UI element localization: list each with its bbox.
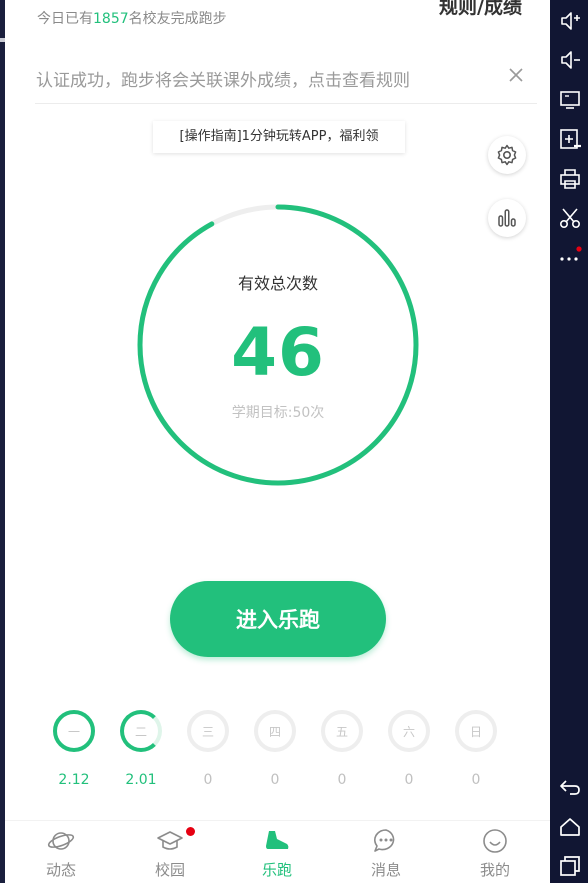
settings-button[interactable]	[488, 136, 526, 174]
notification-badge	[186, 827, 195, 836]
tab-label: 动态	[45, 861, 76, 879]
tab-dynamics[interactable]: 动态	[11, 827, 111, 882]
volume-up-icon[interactable]	[557, 8, 583, 34]
scissors-icon[interactable]	[557, 205, 583, 231]
day-distance: 0	[471, 772, 481, 788]
day-circle: 二	[120, 710, 162, 752]
gear-icon	[497, 144, 517, 166]
semester-goal: 学期目标:50次	[231, 405, 325, 421]
tab-run[interactable]: 乐跑	[227, 827, 327, 882]
day-circle: 五	[321, 710, 363, 752]
tab-label: 校园	[154, 861, 185, 879]
progress-ring: 有效总次数 46 学期目标:50次	[133, 200, 423, 490]
day-distance: 2.01	[125, 772, 157, 788]
close-icon[interactable]	[505, 64, 527, 86]
bar-chart-icon	[498, 209, 516, 227]
tab-messages[interactable]: 消息	[336, 827, 436, 882]
day-friday: 五 0	[321, 710, 367, 800]
day-wednesday: 三 0	[187, 710, 233, 800]
total-count-value: 46	[231, 314, 325, 391]
printer-icon[interactable]	[557, 166, 583, 192]
certification-notice[interactable]: 认证成功，跑步将会关联课外成绩，点击查看规则	[36, 66, 410, 91]
tab-label: 消息	[370, 861, 401, 879]
day-saturday: 六 0	[388, 710, 434, 800]
day-circle: 一	[53, 710, 95, 752]
day-monday: 一 2.12	[53, 710, 99, 800]
total-count-label: 有效总次数	[237, 274, 318, 293]
day-distance: 0	[270, 772, 280, 788]
smile-face-icon	[483, 829, 507, 853]
volume-down-icon[interactable]	[557, 47, 583, 73]
guide-banner[interactable]: [操作指南]1分钟玩转APP，福利领	[153, 121, 405, 153]
runners-suffix: 名校友完成跑步	[128, 11, 227, 27]
day-circle: 六	[388, 710, 430, 752]
apk-install-icon[interactable]	[557, 126, 583, 152]
day-distance: 0	[404, 772, 414, 788]
day-thursday: 四 0	[254, 710, 300, 800]
day-distance: 0	[203, 772, 213, 788]
day-tuesday: 二 2.01	[120, 710, 166, 800]
notice-divider	[35, 103, 537, 104]
emulator-side-toolbar	[550, 0, 588, 883]
tab-label: 乐跑	[261, 861, 292, 879]
home-icon[interactable]	[557, 814, 583, 840]
day-distance: 0	[337, 772, 347, 788]
day-distance: 2.12	[58, 772, 90, 788]
screen-icon[interactable]	[557, 86, 583, 112]
day-circle: 日	[455, 710, 497, 752]
tab-label: 我的	[479, 861, 510, 879]
weekly-progress: 一 2.12 二 2.01 三 0 四 0 五 0 六 0 日 0	[53, 710, 523, 800]
day-circle: 三	[187, 710, 229, 752]
runners-prefix: 今日已有	[37, 11, 93, 27]
bottom-tab-bar: 动态 校园 乐跑 消息 我的	[5, 820, 550, 883]
back-icon[interactable]	[557, 774, 583, 800]
runners-count: 1857	[93, 11, 129, 27]
tab-mine[interactable]: 我的	[445, 827, 545, 882]
chat-bubble-icon	[374, 829, 395, 852]
planet-icon	[47, 832, 75, 850]
running-shoe-icon	[266, 831, 289, 849]
rules-scores-link[interactable]: 规则/成绩	[439, 0, 522, 19]
day-circle: 四	[254, 710, 296, 752]
day-sunday: 日 0	[455, 710, 501, 800]
stats-button[interactable]	[488, 199, 526, 237]
more-icon[interactable]	[557, 244, 583, 270]
graduation-cap-icon	[157, 831, 183, 850]
recent-apps-icon[interactable]	[557, 853, 583, 879]
start-run-button[interactable]: 进入乐跑	[170, 581, 386, 657]
app-screen: 今日已有1857名校友完成跑步 规则/成绩 认证成功，跑步将会关联课外成绩，点击…	[5, 0, 550, 883]
tab-campus[interactable]: 校园	[120, 827, 220, 882]
runners-summary: 今日已有1857名校友完成跑步	[37, 8, 227, 28]
